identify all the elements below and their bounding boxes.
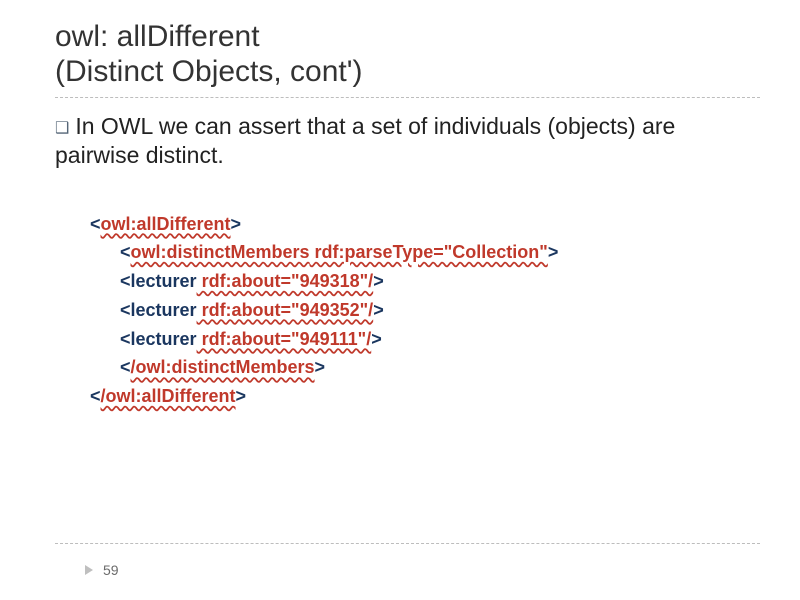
- slide-title: owl: allDifferent (Distinct Objects, con…: [55, 20, 760, 89]
- code-line-close-distinctmembers: </owl:distinctMembers>: [90, 353, 760, 382]
- body-bullet: ❑In OWL we can assert that a set of indi…: [55, 112, 760, 170]
- title-line-2: (Distinct Objects, cont'): [55, 55, 362, 88]
- page-number-text: 59: [103, 562, 119, 578]
- code-line-open-distinctmembers: <owl:distinctMembers rdf:parseType="Coll…: [90, 238, 760, 267]
- bullet-text: In OWL we can assert that a set of indiv…: [55, 113, 675, 168]
- code-line-close-alldifferent: </owl:allDifferent>: [90, 382, 760, 411]
- code-block: <owl:allDifferent> <owl:distinctMembers …: [90, 210, 760, 412]
- code-line-lecturer-3: <lecturer rdf:about="949111"/>: [90, 325, 760, 354]
- bullet-icon: ❑: [55, 120, 69, 137]
- code-line-open-alldifferent: <owl:allDifferent>: [90, 210, 760, 239]
- page-arrow-icon: [85, 565, 93, 575]
- title-line-1: owl: allDifferent: [55, 20, 260, 53]
- page-number: 59: [85, 562, 119, 578]
- code-line-lecturer-2: <lecturer rdf:about="949352"/>: [90, 296, 760, 325]
- footer-divider: [55, 543, 760, 544]
- code-line-lecturer-1: <lecturer rdf:about="949318"/>: [90, 267, 760, 296]
- title-divider: [55, 97, 760, 98]
- slide: owl: allDifferent (Distinct Objects, con…: [0, 0, 800, 600]
